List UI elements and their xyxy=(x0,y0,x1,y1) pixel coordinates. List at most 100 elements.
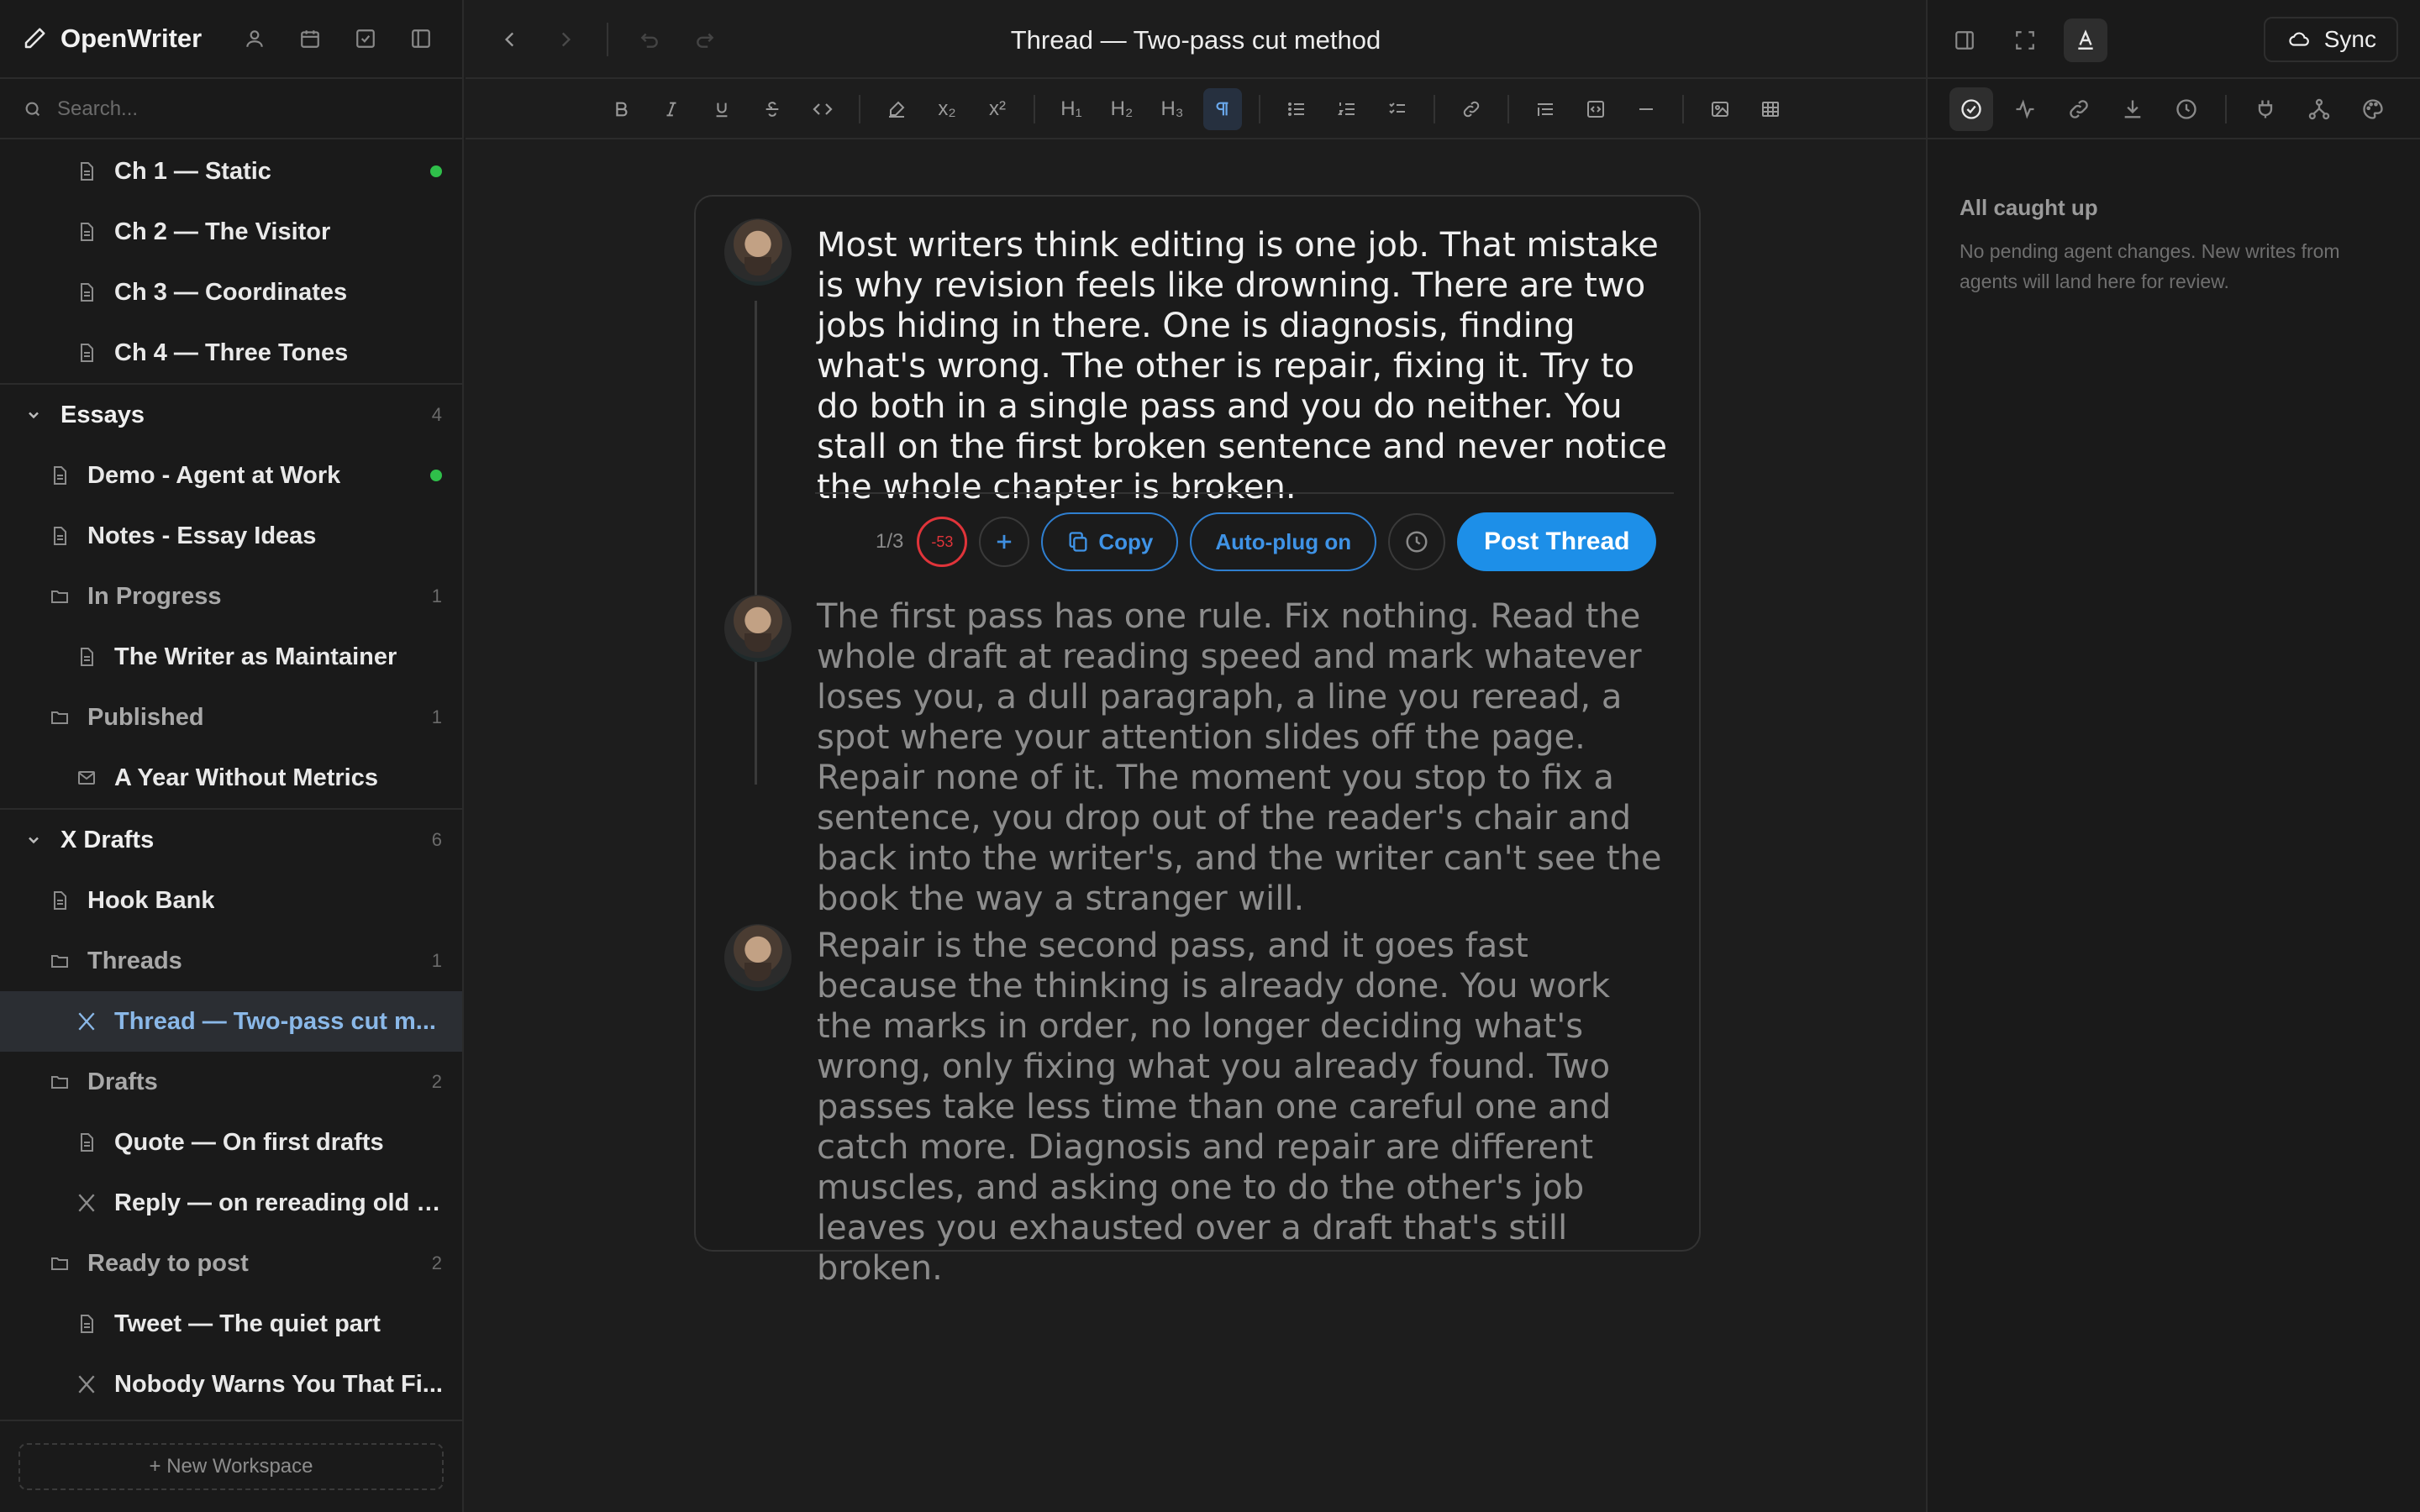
section-essays[interactable]: Essays 4 xyxy=(0,385,462,445)
code-icon[interactable] xyxy=(803,88,842,130)
folder-label: In Progress xyxy=(87,582,222,610)
tree-item-quote[interactable]: Quote — On first drafts xyxy=(0,1112,462,1173)
code-block-icon[interactable] xyxy=(1576,88,1615,130)
right-panel-header: Sync xyxy=(1928,0,2420,79)
folder-in-progress[interactable]: In Progress 1 xyxy=(0,566,462,627)
calendar-icon[interactable] xyxy=(291,19,329,58)
activity-icon[interactable] xyxy=(2003,87,2047,131)
superscript-button[interactable]: x² xyxy=(978,88,1017,130)
review-check-icon[interactable] xyxy=(1949,87,1993,131)
tree-item-notes[interactable]: Notes - Essay Ideas xyxy=(0,506,462,566)
tree-item-nobody-warns[interactable]: Nobody Warns You That Fi... xyxy=(0,1354,462,1415)
new-workspace-button[interactable]: + New Workspace xyxy=(18,1443,444,1490)
copy-button[interactable]: Copy xyxy=(1041,512,1179,571)
tree-item-ch1[interactable]: Ch 1 — Static xyxy=(0,141,462,202)
thread-post-2[interactable]: The first pass has one rule. Fix nothing… xyxy=(724,595,1665,918)
branch-icon[interactable] xyxy=(2297,87,2341,131)
subscript-label: x₂ xyxy=(938,97,956,120)
bullet-list-icon[interactable] xyxy=(1277,88,1316,130)
divider xyxy=(859,95,860,123)
document-icon xyxy=(74,644,99,669)
chevron-down-icon[interactable] xyxy=(25,832,42,848)
character-count-ring: -53 xyxy=(917,517,968,567)
copy-label: Copy xyxy=(1098,528,1154,554)
plug-icon[interactable] xyxy=(2244,87,2287,131)
panel-layout-icon[interactable] xyxy=(1943,18,1986,62)
post-thread-button[interactable]: Post Thread xyxy=(1457,512,1657,571)
modified-dot xyxy=(430,165,442,177)
x-logo-icon xyxy=(74,1372,99,1397)
blockquote-icon[interactable] xyxy=(1526,88,1565,130)
history-clock-icon[interactable] xyxy=(2165,87,2208,131)
folder-drafts[interactable]: Drafts 2 xyxy=(0,1052,462,1112)
search-bar[interactable] xyxy=(0,81,462,139)
folder-label: Threads xyxy=(87,947,182,974)
fullscreen-icon[interactable] xyxy=(2003,18,2047,62)
highlight-icon[interactable] xyxy=(877,88,916,130)
underline-icon[interactable] xyxy=(702,88,741,130)
post-text[interactable]: Repair is the second pass, and it goes f… xyxy=(817,926,1674,1289)
palette-icon[interactable] xyxy=(2351,87,2395,131)
thread-position: 1/3 xyxy=(876,530,904,553)
checklist-icon[interactable] xyxy=(1378,88,1417,130)
tree-item-reply[interactable]: Reply — on rereading old d... xyxy=(0,1173,462,1233)
folder-published[interactable]: Published 1 xyxy=(0,687,462,748)
document-icon xyxy=(74,1311,99,1336)
mail-icon xyxy=(74,765,99,790)
tree-item-label: A Year Without Metrics xyxy=(114,764,378,791)
heading-3-button[interactable]: H₃ xyxy=(1153,88,1192,130)
tree-item-year-without-metrics[interactable]: A Year Without Metrics xyxy=(0,748,462,808)
tree-item-thread-two-pass[interactable]: Thread — Two-pass cut m... xyxy=(0,991,462,1052)
search-input[interactable] xyxy=(57,97,427,121)
link-icon[interactable] xyxy=(2057,87,2101,131)
document-icon xyxy=(47,888,72,913)
strikethrough-icon[interactable] xyxy=(753,88,792,130)
heading-2-button[interactable]: H₂ xyxy=(1102,88,1141,130)
folder-threads[interactable]: Threads 1 xyxy=(0,931,462,991)
tree-item-writer-maintainer[interactable]: The Writer as Maintainer xyxy=(0,627,462,687)
search-icon xyxy=(24,100,42,118)
link-icon[interactable] xyxy=(1452,88,1491,130)
subscript-button[interactable]: x₂ xyxy=(928,88,966,130)
horizontal-rule-icon[interactable] xyxy=(1627,88,1665,130)
tree-item-label: Tweet — The quiet part xyxy=(114,1310,381,1337)
post-text[interactable]: The first pass has one rule. Fix nothing… xyxy=(817,596,1674,919)
schedule-clock-icon[interactable] xyxy=(1388,513,1446,570)
download-icon[interactable] xyxy=(2111,87,2154,131)
sidebar-toggle-icon[interactable] xyxy=(402,19,440,58)
post-actions: 1/3 -53 Copy Auto-plug on Post Thread xyxy=(876,512,1657,571)
bold-icon[interactable] xyxy=(602,88,640,130)
italic-icon[interactable] xyxy=(652,88,691,130)
tree-item-ch2[interactable]: Ch 2 — The Visitor xyxy=(0,202,462,262)
folder-ready-to-post[interactable]: Ready to post 2 xyxy=(0,1233,462,1294)
user-icon[interactable] xyxy=(235,19,274,58)
sync-label: Sync xyxy=(2323,26,2376,52)
heading-1-button[interactable]: H₁ xyxy=(1052,88,1091,130)
tree-item-tweet[interactable]: Tweet — The quiet part xyxy=(0,1294,462,1354)
divider xyxy=(1434,95,1435,123)
post-text[interactable]: Most writers think editing is one job. T… xyxy=(817,225,1674,507)
tree-item-label: Notes - Essay Ideas xyxy=(87,522,317,549)
tree-item-label: Ch 4 — Three Tones xyxy=(114,339,349,366)
tree-item-hook-bank[interactable]: Hook Bank xyxy=(0,870,462,931)
auto-plug-toggle[interactable]: Auto-plug on xyxy=(1190,512,1377,571)
numbered-list-icon[interactable] xyxy=(1328,88,1366,130)
tree-item-ch4[interactable]: Ch 4 — Three Tones xyxy=(0,323,462,383)
section-x-drafts[interactable]: X Drafts 6 xyxy=(0,810,462,870)
paragraph-icon[interactable] xyxy=(1203,88,1242,130)
brand: OpenWriter xyxy=(22,24,235,54)
tree-item-ch3[interactable]: Ch 3 — Coordinates xyxy=(0,262,462,323)
sync-button[interactable]: Sync xyxy=(2263,17,2398,62)
folder-count: 1 xyxy=(431,950,442,971)
section-label: X Drafts xyxy=(60,826,155,853)
checkbox-icon[interactable] xyxy=(346,19,385,58)
folder-icon xyxy=(47,705,72,730)
add-post-button[interactable] xyxy=(979,517,1030,567)
document-icon xyxy=(74,280,99,305)
text-style-icon[interactable] xyxy=(2064,18,2107,62)
tree-item-demo[interactable]: Demo - Agent at Work xyxy=(0,445,462,506)
thread-post-3[interactable]: Repair is the second pass, and it goes f… xyxy=(724,924,1665,1288)
chevron-down-icon[interactable] xyxy=(25,407,42,423)
image-icon[interactable] xyxy=(1701,88,1739,130)
table-icon[interactable] xyxy=(1751,88,1790,130)
